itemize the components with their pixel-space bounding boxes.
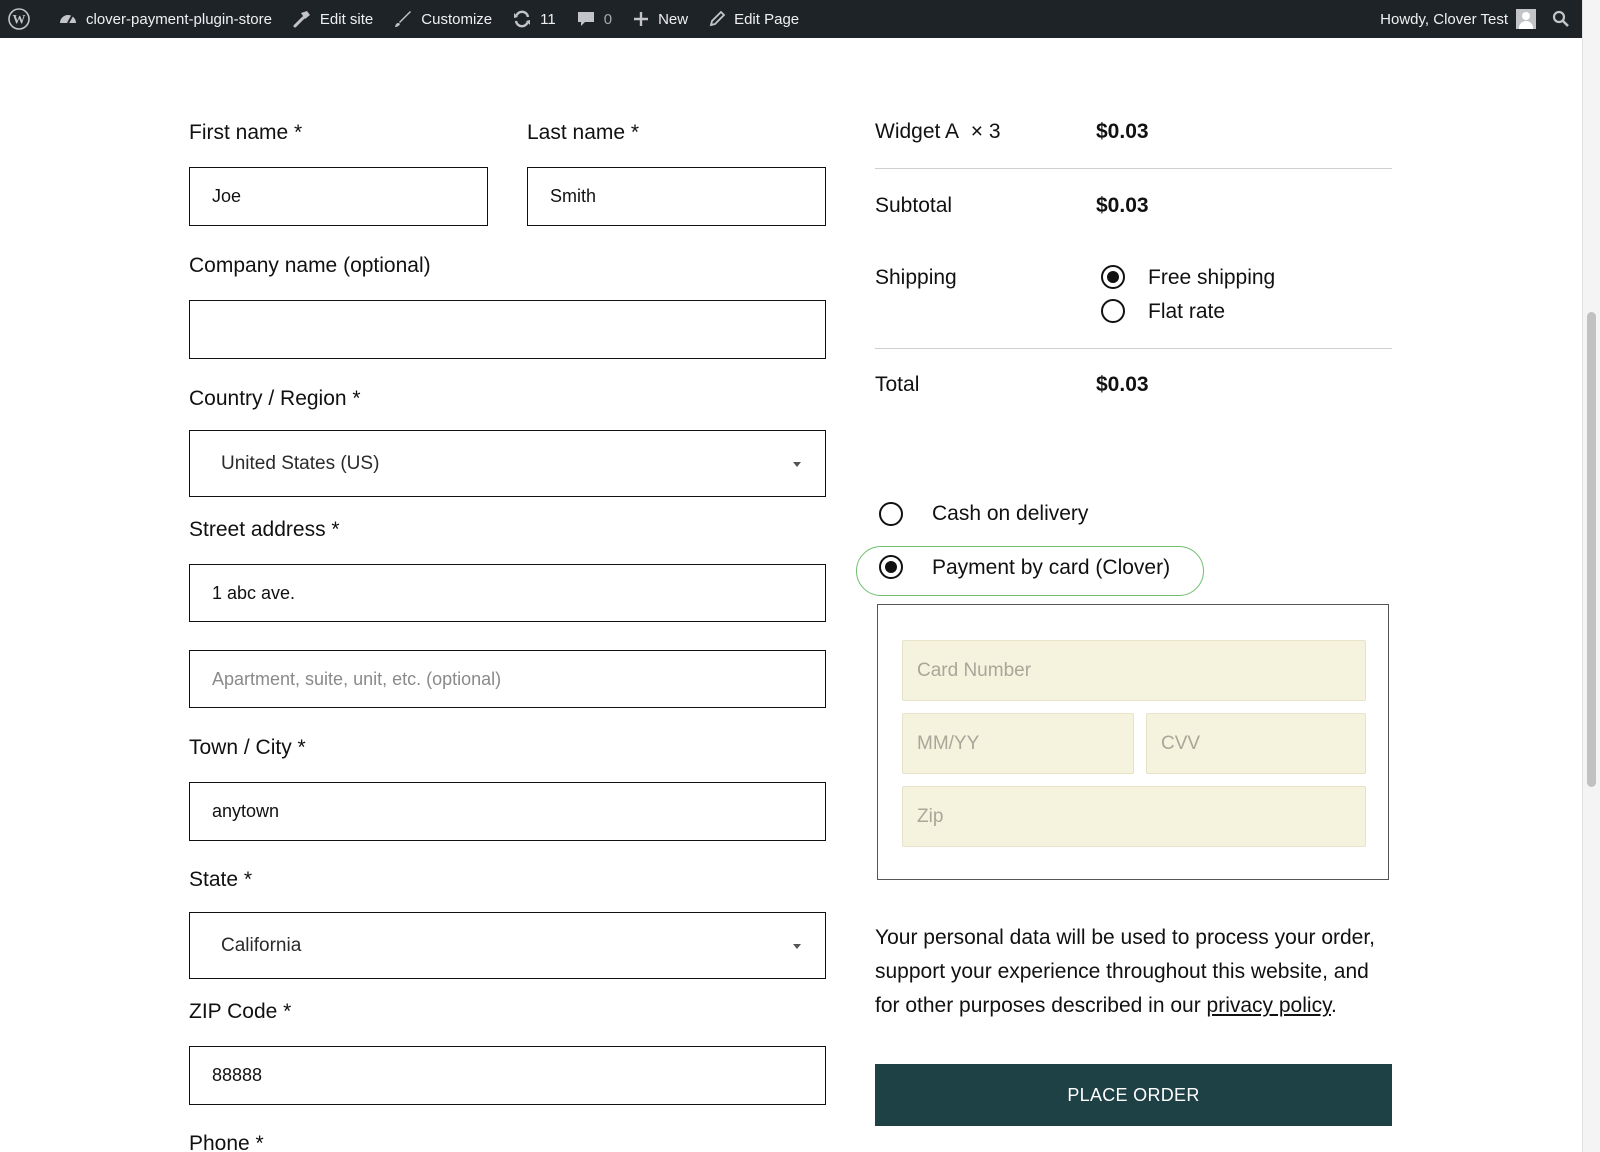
state-select[interactable]: California xyxy=(189,912,826,979)
scrollbar-thumb[interactable] xyxy=(1587,312,1596,787)
site-name-link[interactable]: clover-payment-plugin-store xyxy=(48,0,282,38)
country-label: Country / Region * xyxy=(189,387,361,410)
customize-link[interactable]: Customize xyxy=(383,0,502,38)
zip-code-field[interactable]: 88888 xyxy=(189,1046,826,1105)
pencil-icon xyxy=(709,10,726,27)
customize-label: Customize xyxy=(421,10,493,28)
hammer-icon xyxy=(293,11,310,28)
cash-on-delivery-label[interactable]: Cash on delivery xyxy=(932,502,1088,526)
site-name-label: clover-payment-plugin-store xyxy=(86,10,272,28)
edit-page-label: Edit Page xyxy=(734,10,800,28)
last-name-field[interactable]: Smith xyxy=(527,167,826,226)
howdy-label: Howdy, Clover Test xyxy=(1380,10,1508,28)
comments-link[interactable]: 0 xyxy=(566,0,622,38)
wordpress-icon: W xyxy=(8,8,30,30)
divider xyxy=(875,168,1392,169)
brush-icon xyxy=(395,11,412,27)
clover-payment-radio[interactable] xyxy=(879,555,903,579)
dashboard-icon xyxy=(60,15,76,24)
subtotal-label: Subtotal xyxy=(875,194,953,217)
privacy-end: . xyxy=(1331,994,1337,1017)
plus-icon xyxy=(634,12,649,26)
edit-page-link[interactable]: Edit Page xyxy=(698,0,809,38)
state-label: State * xyxy=(189,868,253,891)
item-name: Widget A xyxy=(875,120,960,143)
card-expiry-input[interactable]: MM/YY xyxy=(902,713,1134,774)
city-field[interactable]: anytown xyxy=(189,782,826,841)
flat-rate-radio[interactable] xyxy=(1101,299,1125,323)
free-shipping-label[interactable]: Free shipping xyxy=(1148,266,1275,290)
comment-icon xyxy=(577,12,594,26)
comments-count: 0 xyxy=(603,10,613,28)
avatar xyxy=(1516,9,1536,29)
apartment-field[interactable]: Apartment, suite, unit, etc. (optional) xyxy=(189,650,826,708)
svg-text:W: W xyxy=(13,12,26,27)
free-shipping-radio[interactable] xyxy=(1101,265,1125,289)
updates-link[interactable]: 11 xyxy=(502,0,566,38)
updates-icon xyxy=(514,10,531,28)
page-scrollbar[interactable] xyxy=(1582,0,1600,1152)
zip-code-label: ZIP Code * xyxy=(189,1000,292,1023)
cash-on-delivery-radio[interactable] xyxy=(879,502,903,526)
first-name-label: First name * xyxy=(189,121,303,144)
privacy-notice: Your personal data will be used to proce… xyxy=(875,921,1395,1023)
admin-bar: W clover-payment-plugin-store Edit site … xyxy=(0,0,1582,38)
wordpress-logo-button[interactable]: W xyxy=(0,0,48,38)
country-value: United States (US) xyxy=(221,452,380,474)
subtotal-value: $0.03 xyxy=(1096,194,1149,217)
item-quantity: × 3 xyxy=(970,120,1001,143)
new-content-link[interactable]: New xyxy=(622,0,698,38)
updates-count: 11 xyxy=(540,10,556,28)
search-button[interactable] xyxy=(1544,0,1582,38)
state-value: California xyxy=(221,934,302,956)
first-name-field[interactable]: Joe xyxy=(189,167,488,226)
flat-rate-label[interactable]: Flat rate xyxy=(1148,300,1225,324)
company-name-field[interactable] xyxy=(189,300,826,359)
total-label: Total xyxy=(875,373,920,396)
card-number-input[interactable]: Card Number xyxy=(902,640,1366,701)
street-address-field[interactable]: 1 abc ave. xyxy=(189,564,826,622)
card-zip-input[interactable]: Zip xyxy=(902,786,1366,847)
my-account-link[interactable]: Howdy, Clover Test xyxy=(1370,0,1544,38)
new-label: New xyxy=(658,10,689,28)
search-icon xyxy=(1552,10,1569,27)
card-form: Card Number MM/YY CVV Zip xyxy=(877,604,1389,880)
order-item: Widget A × 3 xyxy=(875,120,1001,144)
chevron-down-icon xyxy=(793,461,801,467)
last-name-label: Last name * xyxy=(527,121,640,144)
phone-label: Phone * xyxy=(189,1132,264,1152)
item-total: $0.03 xyxy=(1096,120,1149,143)
city-label: Town / City * xyxy=(189,736,306,759)
total-value: $0.03 xyxy=(1096,373,1149,396)
divider xyxy=(875,348,1392,349)
privacy-policy-link[interactable]: privacy policy xyxy=(1207,994,1331,1017)
edit-site-link[interactable]: Edit site xyxy=(282,0,383,38)
edit-site-label: Edit site xyxy=(319,10,374,28)
place-order-button[interactable]: PLACE ORDER xyxy=(875,1064,1392,1126)
card-cvv-input[interactable]: CVV xyxy=(1146,713,1366,774)
shipping-label: Shipping xyxy=(875,266,957,289)
country-select[interactable]: United States (US) xyxy=(189,430,826,497)
chevron-down-icon xyxy=(793,943,801,949)
street-address-label: Street address * xyxy=(189,518,340,541)
clover-payment-label[interactable]: Payment by card (Clover) xyxy=(932,556,1170,580)
company-name-label: Company name (optional) xyxy=(189,254,431,277)
